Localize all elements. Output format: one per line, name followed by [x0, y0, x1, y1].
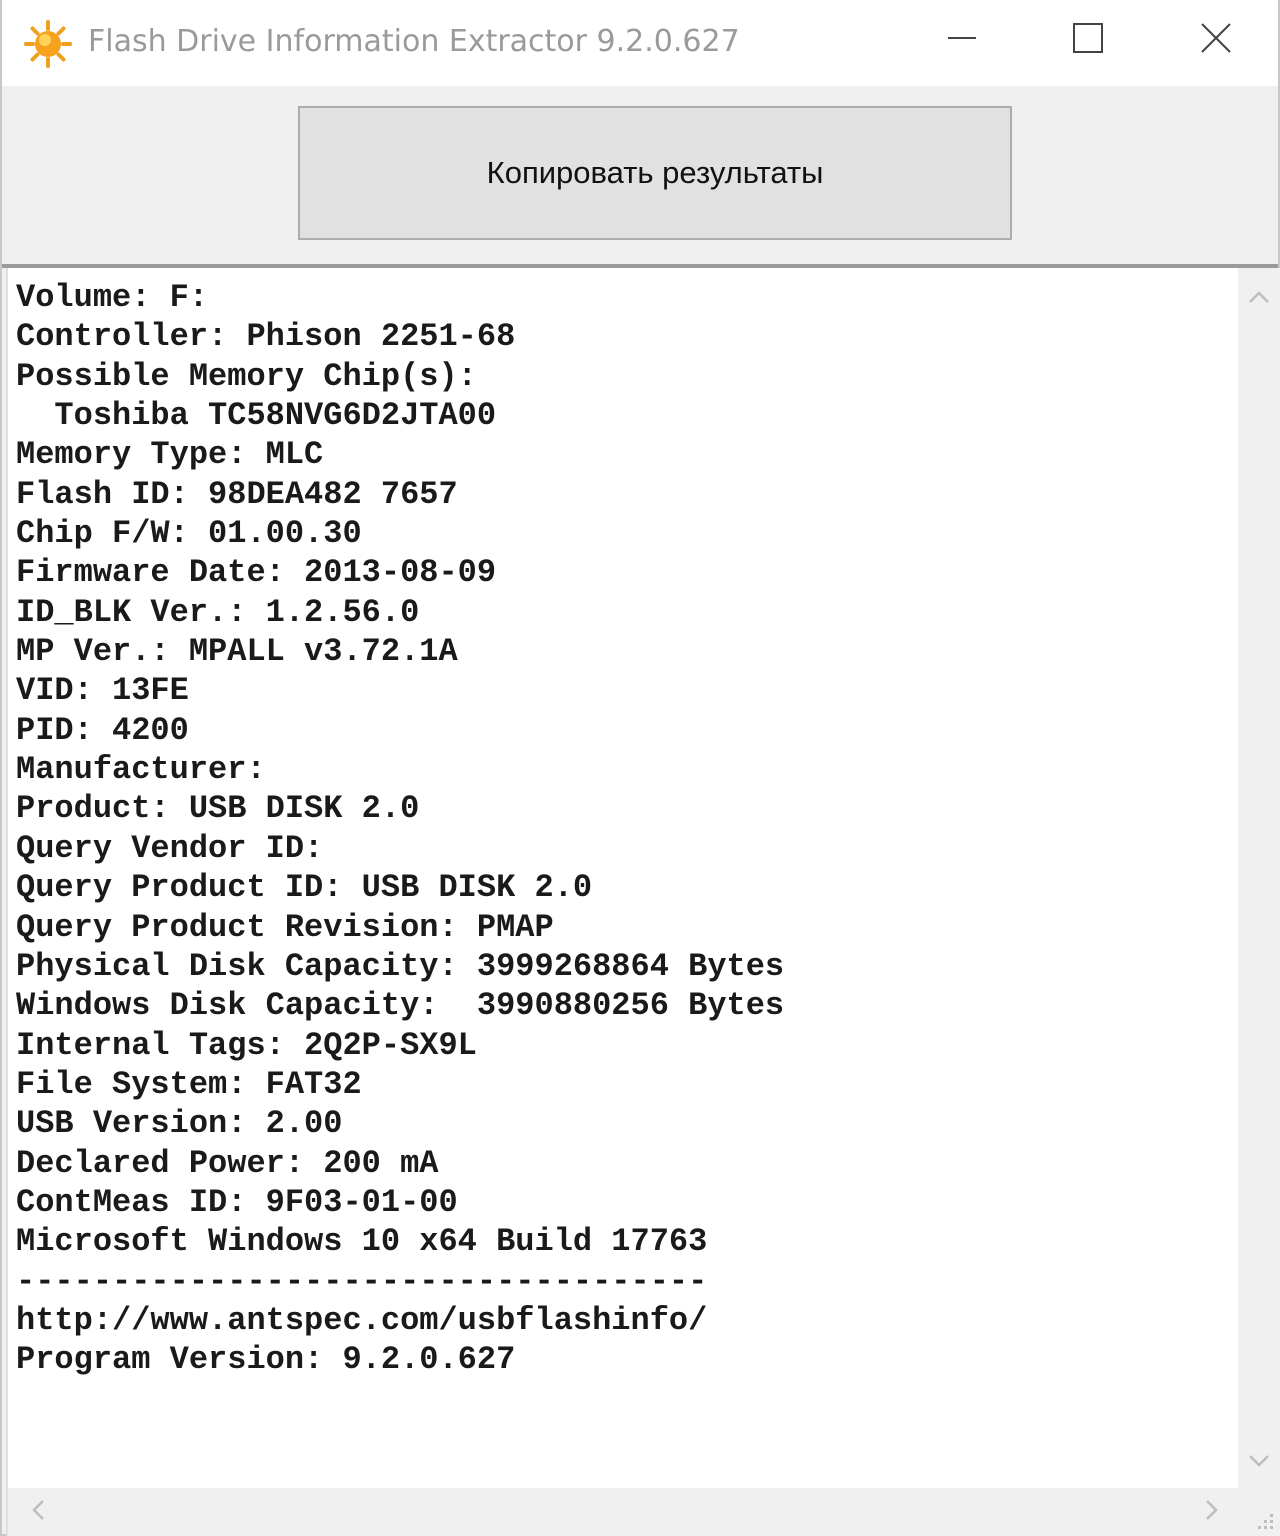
- report-line: Controller: Phison 2251-68: [16, 318, 516, 356]
- minimize-button[interactable]: [902, 0, 1022, 80]
- report-line: Windows Disk Capacity: 3990880256 Bytes: [16, 987, 785, 1025]
- report-line: Volume: F:: [16, 279, 209, 316]
- chevron-right-icon: [1205, 1499, 1219, 1525]
- report-line: Possible Memory Chip(s):: [16, 357, 477, 395]
- maximize-icon: [1073, 23, 1103, 57]
- report-line: USB Version: 2.00: [16, 1105, 343, 1143]
- report-line: Physical Disk Capacity: 3999268864 Bytes: [16, 947, 785, 985]
- minimize-icon: [947, 23, 977, 57]
- scroll-left-button[interactable]: [18, 1492, 58, 1532]
- copy-results-button[interactable]: Копировать результаты: [298, 106, 1012, 240]
- scroll-down-button[interactable]: [1238, 1442, 1280, 1482]
- report-line: File System: FAT32: [16, 1065, 362, 1103]
- report-textbox[interactable]: Volume: F: Controller: Phison 2251-68 Poss…: [6, 268, 1280, 1536]
- report-line: Query Product ID: USB DISK 2.0: [16, 869, 593, 907]
- app-window: Flash Drive Information Extractor 9.2.0.…: [0, 0, 1280, 1536]
- resize-grip-icon: [1238, 1514, 1280, 1536]
- window-title: Flash Drive Information Extractor 9.2.0.…: [88, 24, 740, 59]
- chevron-down-icon: [1248, 1453, 1270, 1472]
- report-line: Flash ID: 98DEA482 7657: [16, 475, 458, 513]
- report-line: Memory Type: MLC: [16, 436, 324, 474]
- report-line: ContMeas ID: 9F03-01-00: [16, 1183, 458, 1221]
- horizontal-scrollbar[interactable]: [8, 1488, 1238, 1536]
- title-bar[interactable]: Flash Drive Information Extractor 9.2.0.…: [2, 0, 1278, 86]
- toolbar: Копировать результаты: [2, 86, 1278, 264]
- report-line: Program Version: 9.2.0.627: [16, 1341, 516, 1379]
- report-line: Internal Tags: 2Q2P-SX9L: [16, 1026, 477, 1064]
- close-icon: [1200, 22, 1232, 58]
- report-line: Manufacturer:: [16, 751, 266, 789]
- report-line: ------------------------------------: [16, 1262, 708, 1300]
- report-line: PID: 4200: [16, 711, 189, 749]
- report-line: Firmware Date: 2013-08-09: [16, 554, 497, 592]
- report-line: Microsoft Windows 10 x64 Build 17763: [16, 1223, 708, 1261]
- report-text[interactable]: Volume: F: Controller: Phison 2251-68 Poss…: [16, 278, 1226, 1478]
- report-line: Query Vendor ID:: [16, 829, 324, 867]
- report-line: MP Ver.: MPALL v3.72.1A: [16, 633, 458, 671]
- report-line: Toshiba TC58NVG6D2JTA00: [16, 397, 497, 435]
- report-line: Declared Power: 200 mA: [16, 1144, 439, 1182]
- maximize-button[interactable]: [1028, 0, 1148, 80]
- report-line: VID: 13FE: [16, 672, 189, 710]
- report-line: ID_BLK Ver.: 1.2.56.0: [16, 593, 420, 631]
- report-line: Chip F/W: 01.00.30: [16, 515, 362, 553]
- sun-icon: [24, 20, 72, 68]
- close-button[interactable]: [1156, 0, 1276, 80]
- size-grip[interactable]: [1238, 1488, 1280, 1536]
- report-line: http://www.antspec.com/usbflashinfo/: [16, 1301, 708, 1339]
- vertical-scrollbar[interactable]: [1238, 268, 1280, 1488]
- chevron-up-icon: [1248, 289, 1270, 308]
- report-line: Query Product Revision: PMAP: [16, 908, 554, 946]
- chevron-left-icon: [31, 1499, 45, 1525]
- report-line: Product: USB DISK 2.0: [16, 790, 420, 828]
- scroll-up-button[interactable]: [1238, 278, 1280, 318]
- scroll-right-button[interactable]: [1192, 1492, 1232, 1532]
